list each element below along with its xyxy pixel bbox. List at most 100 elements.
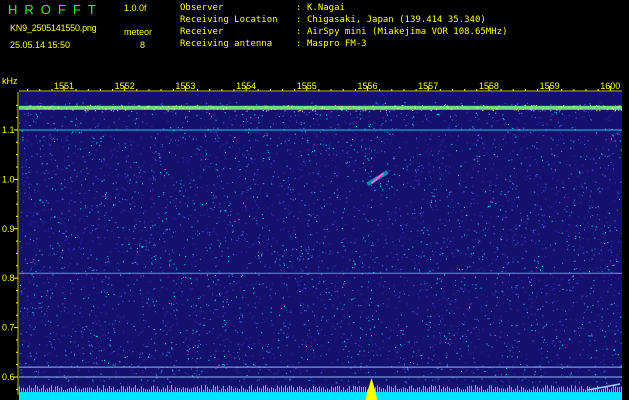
noise-dot <box>218 217 220 219</box>
noise-dot <box>463 181 465 183</box>
noise-dot <box>162 166 164 168</box>
noise-dot <box>256 154 258 156</box>
noise-dot <box>333 211 335 213</box>
noise-dot <box>424 379 426 381</box>
noise-dot <box>382 189 384 191</box>
noise-dot <box>76 263 78 265</box>
noise-dot <box>122 332 124 334</box>
noise-dot <box>223 220 225 221</box>
noise-dot <box>237 177 239 179</box>
noise-dot <box>279 185 281 187</box>
noise-dot <box>448 380 450 382</box>
noise-dot <box>228 275 230 277</box>
noise-dot <box>511 159 513 161</box>
noise-dot <box>250 188 252 190</box>
noise-dot <box>568 309 570 311</box>
noise-dot <box>257 372 259 374</box>
noise-dot <box>63 375 65 377</box>
noise-dot <box>503 277 505 279</box>
noise-dot <box>378 262 380 264</box>
noise-dot <box>34 359 36 361</box>
noise-dot <box>172 111 174 113</box>
noise-dot <box>106 361 108 363</box>
noise-dot <box>446 309 448 311</box>
noise-dot <box>65 235 67 237</box>
noise-dot <box>414 169 416 171</box>
noise-dot <box>546 344 548 345</box>
noise-dot <box>382 303 384 305</box>
noise-dot <box>243 342 245 344</box>
noise-dot <box>525 179 527 181</box>
noise-dot <box>330 111 332 113</box>
noise-dot <box>224 330 226 332</box>
noise-dot <box>532 292 533 294</box>
noise-dot <box>226 298 228 300</box>
noise-dot <box>435 204 437 206</box>
noise-dot <box>259 369 261 371</box>
noise-dot <box>590 119 592 121</box>
noise-dot <box>439 342 441 344</box>
noise-dot <box>325 308 327 310</box>
noise-dot <box>65 230 67 232</box>
noise-dot <box>348 323 350 325</box>
noise-dot <box>83 253 84 255</box>
noise-dot <box>217 127 219 129</box>
noise-dot <box>166 172 168 174</box>
noise-dot <box>204 154 206 156</box>
noise-dot <box>221 255 223 257</box>
noise-dot <box>393 109 395 111</box>
noise-dot <box>599 219 600 221</box>
noise-dot <box>602 231 604 233</box>
noise-dot <box>425 151 427 153</box>
noise-dot <box>455 125 457 127</box>
noise-dot <box>193 203 195 205</box>
noise-dot <box>588 114 590 116</box>
noise-dot <box>620 365 622 367</box>
noise-dot <box>406 256 408 258</box>
noise-dot <box>611 246 612 248</box>
noise-dot <box>308 246 310 248</box>
noise-dot <box>28 187 30 189</box>
noise-dot <box>39 250 41 252</box>
noise-dot <box>42 220 44 222</box>
noise-dot <box>33 314 35 316</box>
noise-dot <box>136 279 138 281</box>
noise-dot <box>36 285 38 287</box>
noise-dot <box>154 137 156 139</box>
noise-dot <box>377 224 379 226</box>
noise-dot <box>318 277 320 279</box>
noise-dot <box>294 133 296 135</box>
noise-dot <box>30 223 31 225</box>
noise-dot <box>37 116 38 118</box>
noise-dot <box>578 334 580 336</box>
noise-dot <box>372 231 374 233</box>
noise-dot <box>371 185 372 187</box>
noise-dot <box>231 300 232 302</box>
noise-dot <box>440 185 442 187</box>
noise-dot <box>115 247 117 249</box>
noise-dot <box>153 304 155 306</box>
noise-dot <box>572 246 574 247</box>
noise-dot <box>564 208 566 210</box>
noise-dot <box>379 348 381 350</box>
noise-dot <box>106 301 108 302</box>
noise-dot <box>122 198 123 200</box>
noise-dot <box>509 274 510 276</box>
noise-dot <box>495 112 497 114</box>
noise-dot <box>221 168 223 170</box>
noise-dot <box>554 270 556 272</box>
noise-dot <box>168 303 170 305</box>
noise-dot <box>478 151 480 153</box>
noise-dot <box>515 228 517 230</box>
noise-dot <box>242 191 244 193</box>
noise-dot <box>282 217 284 219</box>
noise-dot <box>220 211 221 213</box>
noise-dot <box>321 207 323 209</box>
noise-dot <box>242 274 244 276</box>
noise-dot <box>294 248 296 250</box>
noise-dot <box>32 215 34 217</box>
noise-dot <box>252 162 253 164</box>
noise-dot <box>403 368 405 370</box>
noise-dot <box>512 291 514 293</box>
noise-dot <box>202 371 204 373</box>
